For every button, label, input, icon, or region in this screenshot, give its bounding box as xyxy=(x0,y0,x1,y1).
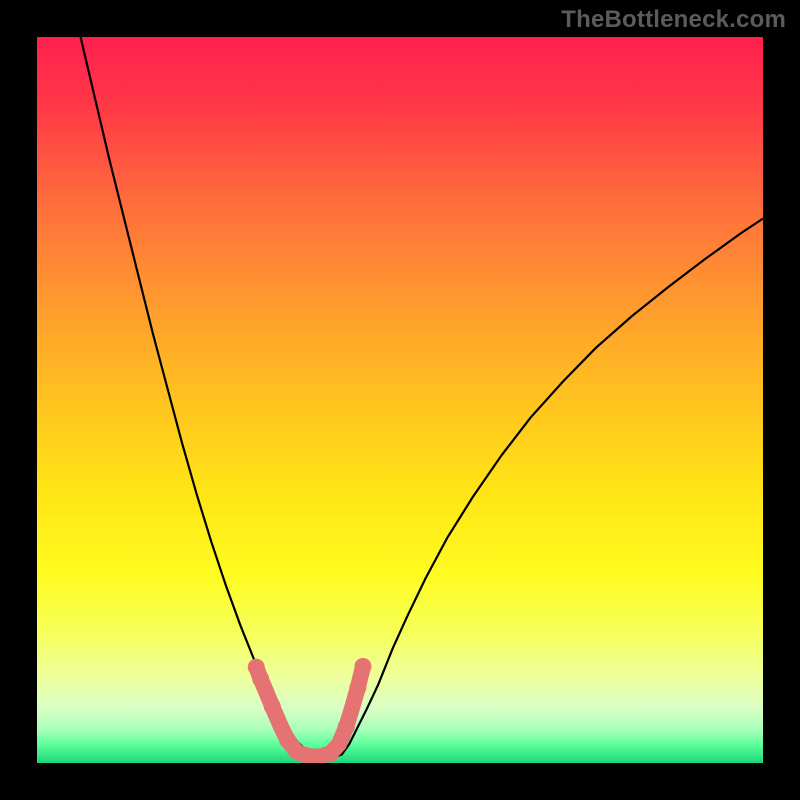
right-curve xyxy=(335,219,763,758)
watermark-text: TheBottleneck.com xyxy=(561,6,786,34)
left-curve xyxy=(81,37,335,757)
curve-layer xyxy=(37,37,763,763)
chart-root: TheBottleneck.com xyxy=(0,0,800,800)
plot-area xyxy=(37,37,763,763)
